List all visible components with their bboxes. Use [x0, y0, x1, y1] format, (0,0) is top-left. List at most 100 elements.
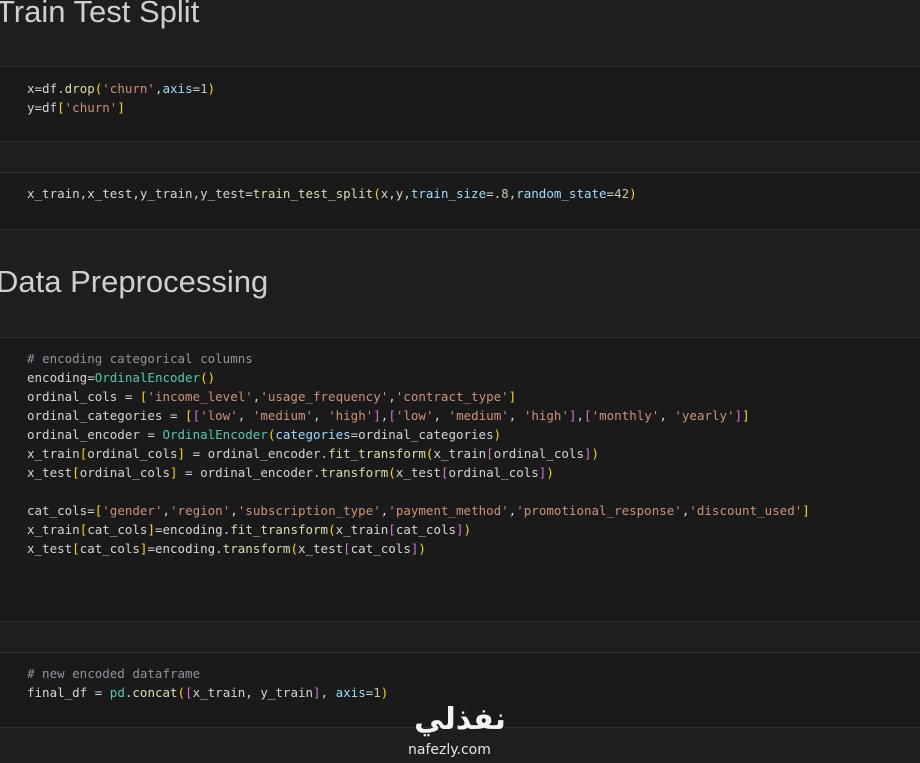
code-token-str: 'usage_frequency'	[260, 389, 389, 404]
code-token-str: 'churn'	[102, 81, 155, 96]
code-line: y=df['churn']	[27, 98, 215, 117]
code-token-var: cat_cols=	[27, 503, 95, 518]
code-token-str: 'contract_type'	[395, 389, 509, 404]
code-line: x=df.drop('churn',axis=1)	[27, 79, 215, 98]
code-line: ordinal_encoder = OrdinalEncoder(categor…	[27, 425, 810, 444]
code-token-func: transform	[222, 541, 291, 556]
code-token-br1: )	[207, 81, 216, 96]
code-token-br1: )	[493, 427, 502, 442]
code-token-comment: # new encoded dataframe	[27, 666, 201, 681]
code-token-br1: ]	[802, 503, 810, 518]
code-token-var: ordinal_cols =	[27, 389, 140, 404]
code-token-var: x_train	[27, 446, 80, 461]
code-token-br2: ]	[373, 408, 381, 423]
code-token-var: cat_cols	[87, 522, 148, 537]
code-cell-1[interactable]: x=df.drop('churn',axis=1) y=df['churn']	[0, 66, 920, 142]
code-token-str: 'payment_method'	[388, 503, 509, 518]
code-token-str: 'medium'	[448, 408, 509, 423]
code-token-var: ,	[230, 503, 238, 518]
code-block[interactable]: # new encoded dataframe final_df = pd.con…	[27, 664, 388, 702]
code-token-var: x_test	[27, 465, 73, 480]
code-token-str: 'yearly'	[674, 408, 735, 423]
code-token-var: ,	[388, 389, 396, 404]
code-token-str: 'high'	[328, 408, 374, 423]
code-token-var: ,	[433, 408, 449, 423]
code-token-var: = ordinal_encoder.	[177, 465, 321, 480]
code-token-var: ordinal_categories =	[27, 408, 186, 423]
code-token-br1: (	[373, 186, 381, 201]
code-cell-3[interactable]: # encoding categorical columns encoding=O…	[0, 337, 920, 622]
nafezly-watermark: نفذلي nafezly.com	[404, 700, 516, 760]
code-token-var: =encoding.	[147, 541, 223, 556]
code-token-var: =	[606, 186, 615, 201]
code-token-br1: ]	[742, 408, 750, 423]
code-token-br1: [	[72, 541, 80, 556]
code-token-var: x_test	[27, 541, 73, 556]
code-line: x_train[cat_cols]=encoding.fit_transform…	[27, 520, 810, 539]
code-token-func: fit_transform	[328, 446, 426, 461]
code-token-var: final_df =	[27, 685, 110, 700]
code-token-br1: )	[546, 465, 554, 480]
code-token-var: ,	[162, 503, 171, 518]
code-token-num: 42	[614, 186, 630, 201]
code-token-br2: [	[486, 446, 494, 461]
code-token-br2: ]	[456, 522, 464, 537]
code-token-var: cat_cols	[395, 522, 457, 537]
code-token-str: 'income_level'	[147, 389, 253, 404]
code-token-var: x_train	[27, 522, 80, 537]
code-token-br1: ]	[147, 522, 155, 537]
code-token-var: y=df	[27, 100, 58, 115]
code-token-var: x,y,	[380, 186, 411, 201]
code-token-kw: axis	[162, 81, 193, 96]
code-token-br1: )	[591, 446, 600, 461]
code-token-kw: categories	[275, 427, 351, 442]
code-token-br1: )	[380, 685, 389, 700]
code-token-var: x_test	[297, 541, 344, 556]
code-token-num: 1	[373, 685, 381, 700]
code-token-br2: [	[343, 541, 351, 556]
code-token-str: 'region'	[170, 503, 231, 518]
code-cell-2[interactable]: x_train,x_test,y_train,y_test=train_test…	[0, 172, 920, 230]
code-token-br2: ]	[313, 685, 321, 700]
code-token-br1: )	[629, 186, 637, 201]
code-token-kw: train_size	[410, 186, 487, 201]
code-token-br1: (	[290, 541, 298, 556]
code-token-br1: [	[72, 465, 80, 480]
code-token-str: 'gender'	[102, 503, 163, 518]
code-token-var: = ordinal_encoder.	[185, 446, 329, 461]
code-token-func: fit_transform	[230, 522, 329, 537]
code-token-br1: ]	[177, 446, 186, 461]
code-token-num: 1	[200, 81, 208, 96]
code-token-var: ,	[576, 408, 585, 423]
code-token-str: 'high'	[523, 408, 569, 423]
code-block[interactable]: x_train,x_test,y_train,y_test=train_test…	[27, 184, 637, 203]
code-block[interactable]: x=df.drop('churn',axis=1) y=df['churn']	[27, 79, 215, 117]
code-token-br1: [	[185, 408, 193, 423]
code-token-var: x_train	[433, 446, 487, 461]
code-line: x_test[cat_cols]=encoding.transform(x_te…	[27, 539, 810, 558]
code-token-comment: # encoding categorical columns	[27, 351, 253, 366]
code-line: x_test[ordinal_cols] = ordinal_encoder.t…	[27, 463, 810, 482]
code-token-br2: [	[388, 408, 396, 423]
code-token-br1: (	[328, 522, 336, 537]
code-line: ordinal_categories = [['low', 'medium', …	[27, 406, 810, 425]
code-token-var: x_train, y_train	[192, 685, 314, 700]
code-block[interactable]: # encoding categorical columns encoding=O…	[27, 349, 810, 558]
code-token-var: =	[192, 81, 201, 96]
code-token-str: 'subscription_type'	[237, 503, 381, 518]
code-token-br1: (	[177, 685, 186, 700]
code-token-var: x_train	[335, 522, 389, 537]
code-token-br1: ]	[170, 465, 178, 480]
code-token-var: =.	[486, 186, 502, 201]
code-token-var: ,	[508, 408, 524, 423]
code-token-var: cat_cols	[79, 541, 140, 556]
code-token-str: 'promotional_response'	[516, 503, 682, 518]
code-token-br2: [	[185, 685, 193, 700]
code-token-var: cat_cols	[350, 541, 411, 556]
code-token-var: ordinal_encoder =	[27, 427, 163, 442]
code-token-var: ,	[313, 408, 329, 423]
code-token-str: 'churn'	[64, 100, 118, 115]
code-token-cls: OrdinalEncoder	[162, 427, 268, 442]
code-line: x_train[ordinal_cols] = ordinal_encoder.…	[27, 444, 810, 463]
code-token-br2: ]	[734, 408, 743, 423]
